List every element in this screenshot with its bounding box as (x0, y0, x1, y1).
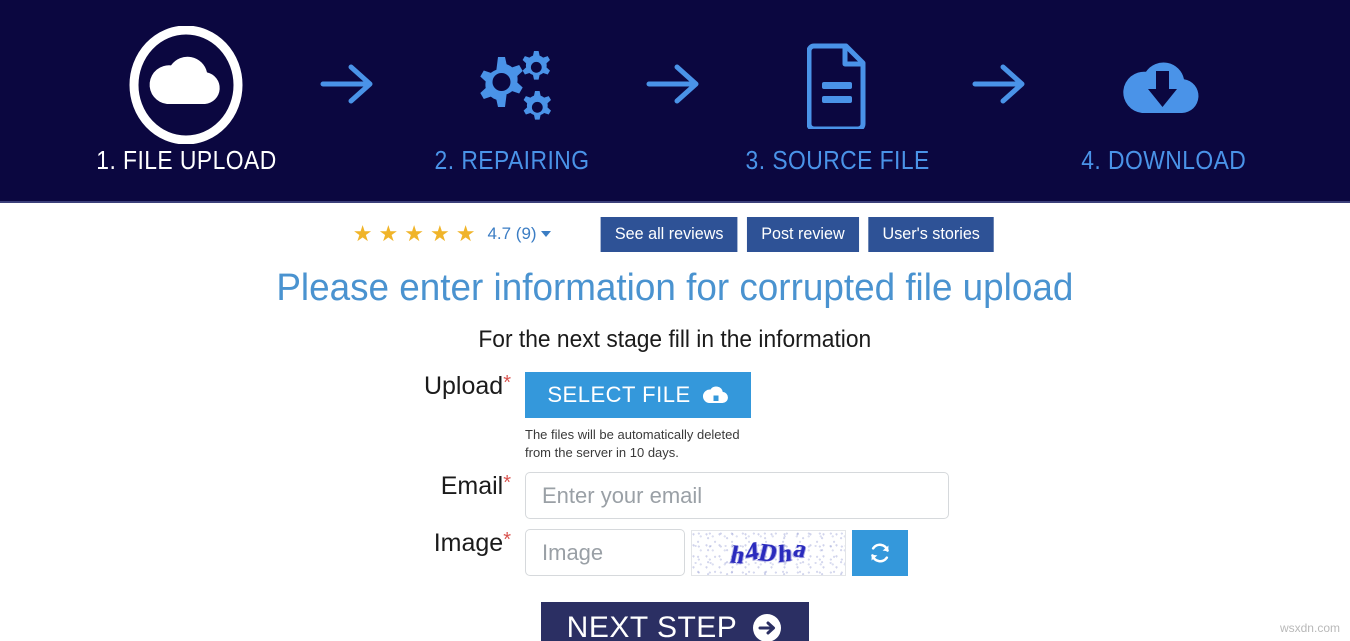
form-row-email: Email* (360, 472, 990, 519)
review-buttons: See all reviews Post review User's stori… (597, 216, 998, 252)
page-subtitle: For the next stage fill in the informati… (478, 326, 872, 353)
step-file-upload: 1. FILE UPLOAD (71, 25, 301, 176)
post-review-button[interactable]: Post review (746, 216, 859, 252)
arrow-right-icon-2 (627, 24, 723, 144)
step-repairing: 2. REPAIRING (397, 25, 627, 176)
cloud-download-icon (1116, 25, 1212, 145)
required-asterisk: * (503, 372, 511, 394)
review-bar: ★ ★ ★ ★ ★ 4.7 (9) See all reviews Post r… (353, 216, 998, 252)
next-step-label: NEXT STEP (566, 611, 738, 641)
star-icon: ★ (352, 221, 373, 246)
progress-steps-bar: 1. FILE UPLOAD 2. REPAIRING 3. SOURCE FI… (0, 0, 1350, 203)
submit-row: NEXT STEP (0, 602, 1350, 641)
star-rating: ★ ★ ★ ★ ★ (353, 223, 476, 245)
document-icon (807, 25, 869, 145)
cloud-upload-circle-icon (127, 25, 245, 145)
email-label: Email* (360, 472, 525, 501)
main-content: ★ ★ ★ ★ ★ 4.7 (9) See all reviews Post r… (0, 203, 1350, 641)
page-title: Please enter information for corrupted f… (276, 267, 1074, 309)
star-icon: ★ (378, 221, 399, 246)
captcha-control: h4Dha (525, 529, 990, 576)
email-field[interactable] (525, 472, 949, 519)
upload-note: The files will be automatically deleted … (525, 427, 740, 460)
select-file-button[interactable]: SELECT FILE (525, 372, 751, 418)
form-row-upload: Upload* SELECT FILE The files will be au… (360, 372, 990, 462)
upload-form: Upload* SELECT FILE The files will be au… (360, 372, 990, 586)
step-label: 3. SOURCE FILE (745, 145, 931, 175)
gears-icon (464, 25, 560, 145)
cloud-upload-icon (702, 386, 728, 404)
arrow-right-icon-3 (953, 24, 1049, 144)
chevron-down-icon[interactable] (540, 231, 551, 237)
step-download: 4. DOWNLOAD (1049, 25, 1279, 176)
rating-value-link[interactable]: 4.7 (9) (487, 224, 536, 244)
watermark: wsxdn.com (1279, 621, 1340, 635)
email-control (525, 472, 990, 519)
form-row-captcha: Image* h4Dha (360, 529, 990, 576)
see-all-reviews-button[interactable]: See all reviews (600, 216, 738, 252)
upload-control: SELECT FILE The files will be automatica… (525, 372, 990, 462)
next-step-button[interactable]: NEXT STEP (540, 602, 810, 641)
users-stories-button[interactable]: User's stories (868, 216, 994, 252)
required-asterisk: * (503, 472, 511, 494)
captcha-refresh-button[interactable] (852, 529, 908, 576)
required-asterisk: * (503, 529, 511, 551)
captcha-text: h4Dha (727, 534, 811, 570)
refresh-icon (871, 543, 889, 562)
arrow-right-circle-icon (753, 614, 782, 641)
select-file-label: SELECT FILE (547, 382, 691, 407)
step-source-file: 3. SOURCE FILE (723, 25, 953, 176)
upload-label: Upload* (360, 372, 525, 401)
step-label: 2. REPAIRING (434, 145, 590, 175)
captcha-input[interactable] (525, 529, 685, 576)
step-label: 4. DOWNLOAD (1081, 145, 1247, 175)
image-label: Image* (360, 529, 525, 558)
star-icon: ★ (404, 221, 424, 246)
arrow-right-icon-1 (301, 24, 397, 144)
upload-label-text: Upload (423, 372, 504, 400)
star-icon: ★ (455, 221, 476, 246)
image-label-text: Image (433, 529, 504, 557)
star-icon: ★ (429, 221, 450, 246)
email-label-text: Email (440, 472, 504, 500)
step-label: 1. FILE UPLOAD (95, 145, 277, 175)
captcha-image: h4Dha (691, 529, 846, 576)
